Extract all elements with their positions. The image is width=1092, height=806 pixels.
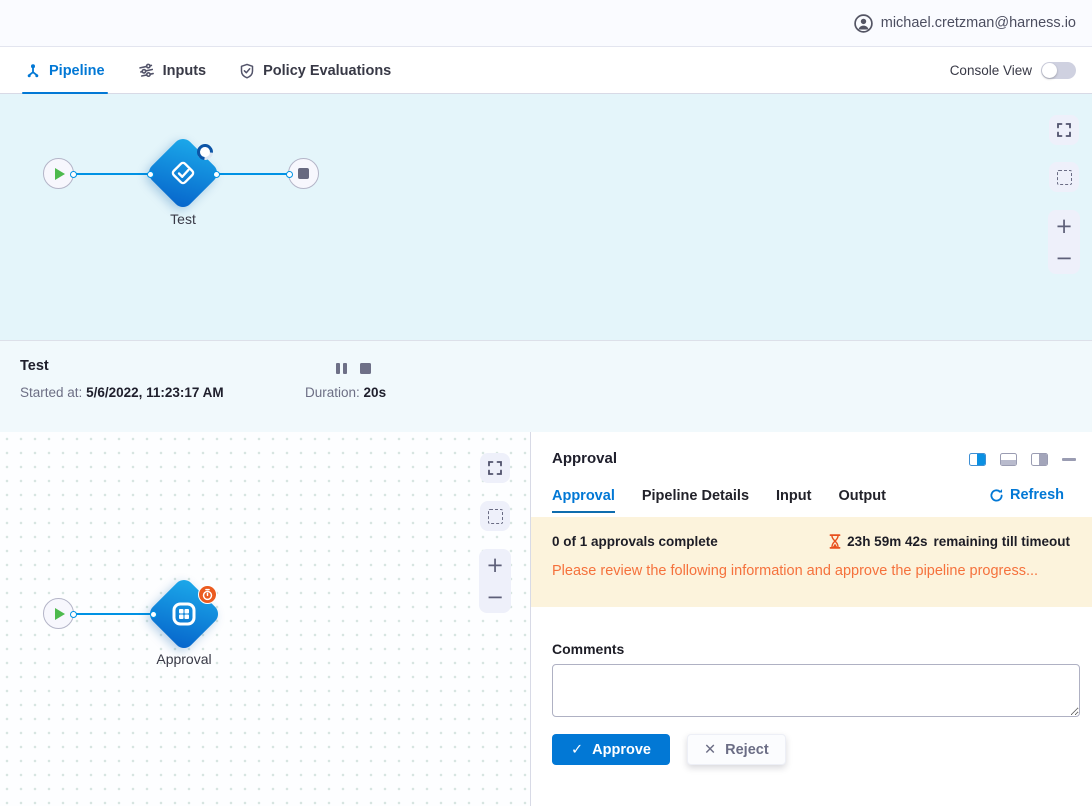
stage-label-test: Test — [143, 211, 223, 227]
started-at-value: 5/6/2022, 11:23:17 AM — [86, 385, 224, 400]
panel-window-controls — [969, 453, 1076, 466]
approval-banner: 0 of 1 approvals complete 23h 59m 42s re… — [531, 517, 1092, 607]
dock-right-icon[interactable] — [1031, 453, 1048, 466]
approve-label: Approve — [592, 742, 651, 758]
comments-section: Comments ✓ Approve ✕ Reject — [552, 641, 1080, 765]
tab-pipeline-label: Pipeline — [49, 63, 105, 79]
stage-check-icon — [168, 158, 198, 188]
timeout-remaining: 23h 59m 42s remaining till timeout — [829, 534, 1070, 549]
pause-icon[interactable] — [336, 363, 347, 374]
reject-button[interactable]: ✕ Reject — [687, 734, 786, 765]
approval-message: Please review the following information … — [552, 563, 1070, 579]
panel-tab-pipeline-details[interactable]: Pipeline Details — [642, 488, 749, 513]
refresh-label: Refresh — [1010, 487, 1064, 503]
execution-controls — [336, 363, 371, 374]
edge-dot — [147, 171, 154, 178]
panel-tab-output[interactable]: Output — [838, 488, 886, 513]
fullscreen-icon — [1056, 122, 1072, 138]
user-avatar-icon — [854, 14, 873, 33]
step-label-approval: Approval — [124, 651, 244, 667]
end-node[interactable] — [288, 158, 319, 189]
inputs-icon — [138, 62, 155, 79]
fullscreen-icon — [487, 460, 503, 476]
edge-dot — [70, 171, 77, 178]
zoom-out-button[interactable]: − — [1048, 242, 1080, 274]
refresh-icon — [989, 488, 1004, 503]
marquee-select-icon — [1057, 170, 1072, 185]
timeout-suffix: remaining till timeout — [933, 534, 1070, 549]
execution-statusbar: Test Started at: 5/6/2022, 11:23:17 AM D… — [0, 340, 1092, 432]
stop-icon[interactable] — [360, 363, 371, 374]
zoom-controls: + − — [479, 549, 511, 613]
play-icon — [55, 608, 65, 620]
panel-tab-input[interactable]: Input — [776, 488, 811, 513]
comments-textarea[interactable] — [552, 664, 1080, 717]
edge-test-to-end — [216, 173, 290, 175]
timeout-value: 23h 59m 42s — [847, 534, 927, 549]
user-email[interactable]: michael.cretzman@harness.io — [881, 15, 1076, 31]
zoom-in-button[interactable]: + — [1048, 210, 1080, 242]
approval-step-icon — [169, 599, 199, 629]
refresh-button[interactable]: Refresh — [989, 487, 1064, 503]
toggle-knob — [1042, 63, 1057, 78]
console-view-group: Console View — [950, 62, 1092, 79]
check-icon: ✓ — [571, 742, 583, 758]
started-at-label: Started at: — [20, 385, 82, 400]
duration: Duration: 20s — [305, 385, 386, 400]
fullscreen-button[interactable] — [480, 453, 510, 483]
panel-title: Approval — [552, 450, 617, 467]
waiting-timer-badge — [198, 585, 217, 604]
edge-start-to-approval — [73, 613, 153, 615]
play-icon — [55, 168, 65, 180]
edge-start-to-test — [73, 173, 151, 175]
status-stage-title: Test — [20, 358, 49, 374]
banner-row: 0 of 1 approvals complete 23h 59m 42s re… — [552, 534, 1070, 549]
tab-pipeline[interactable]: Pipeline — [25, 48, 105, 93]
topbar: michael.cretzman@harness.io — [0, 0, 1092, 47]
collapse-icon[interactable] — [1062, 458, 1076, 461]
console-view-label: Console View — [950, 63, 1032, 78]
zoom-out-button[interactable]: − — [479, 581, 511, 613]
split-bottom-icon[interactable] — [1000, 453, 1017, 466]
tab-policy-evaluations[interactable]: Policy Evaluations — [239, 48, 391, 93]
split-right-icon[interactable] — [969, 453, 986, 466]
close-icon: ✕ — [704, 742, 716, 758]
pipeline-execution-page: michael.cretzman@harness.io Pipeline Inp… — [0, 0, 1092, 806]
approvals-progress: 0 of 1 approvals complete — [552, 534, 718, 549]
comments-label: Comments — [552, 641, 1080, 657]
edge-dot — [286, 171, 293, 178]
console-view-toggle[interactable] — [1041, 62, 1076, 79]
panel-tab-approval[interactable]: Approval — [552, 488, 615, 513]
duration-value: 20s — [364, 385, 387, 400]
approval-actions: ✓ Approve ✕ Reject — [552, 734, 1080, 765]
zoom-controls: + − — [1048, 210, 1080, 274]
pipeline-icon — [25, 63, 41, 79]
stage-graph-canvas[interactable]: Approval + − — [0, 432, 531, 806]
hourglass-icon — [829, 534, 841, 549]
started-at: Started at: 5/6/2022, 11:23:17 AM — [20, 385, 224, 400]
execution-tabbar: Pipeline Inputs Policy Evaluations Conso… — [0, 48, 1092, 94]
shield-check-icon — [239, 63, 255, 79]
reject-label: Reject — [725, 742, 769, 758]
edge-dot — [70, 611, 77, 618]
tab-inputs-label: Inputs — [163, 63, 207, 79]
marquee-select-button[interactable] — [480, 501, 510, 531]
tab-policy-evaluations-label: Policy Evaluations — [263, 63, 391, 79]
pipeline-graph-canvas[interactable]: Test + − — [0, 94, 1092, 340]
marquee-select-icon — [488, 509, 503, 524]
approve-button[interactable]: ✓ Approve — [552, 734, 670, 765]
timer-icon — [201, 588, 214, 601]
duration-label: Duration: — [305, 385, 360, 400]
edge-dot — [213, 171, 220, 178]
fullscreen-button[interactable] — [1049, 115, 1079, 145]
edge-dot — [150, 611, 157, 618]
zoom-in-button[interactable]: + — [479, 549, 511, 581]
marquee-select-button[interactable] — [1049, 162, 1079, 192]
stop-square-icon — [298, 168, 309, 179]
bottom-split: Approval + − Approval — [0, 432, 1092, 806]
panel-tabs: Approval Pipeline Details Input Output — [552, 488, 886, 513]
step-details-panel: Approval Approval Pipeline Details Input… — [531, 432, 1092, 806]
tab-inputs[interactable]: Inputs — [138, 48, 207, 93]
